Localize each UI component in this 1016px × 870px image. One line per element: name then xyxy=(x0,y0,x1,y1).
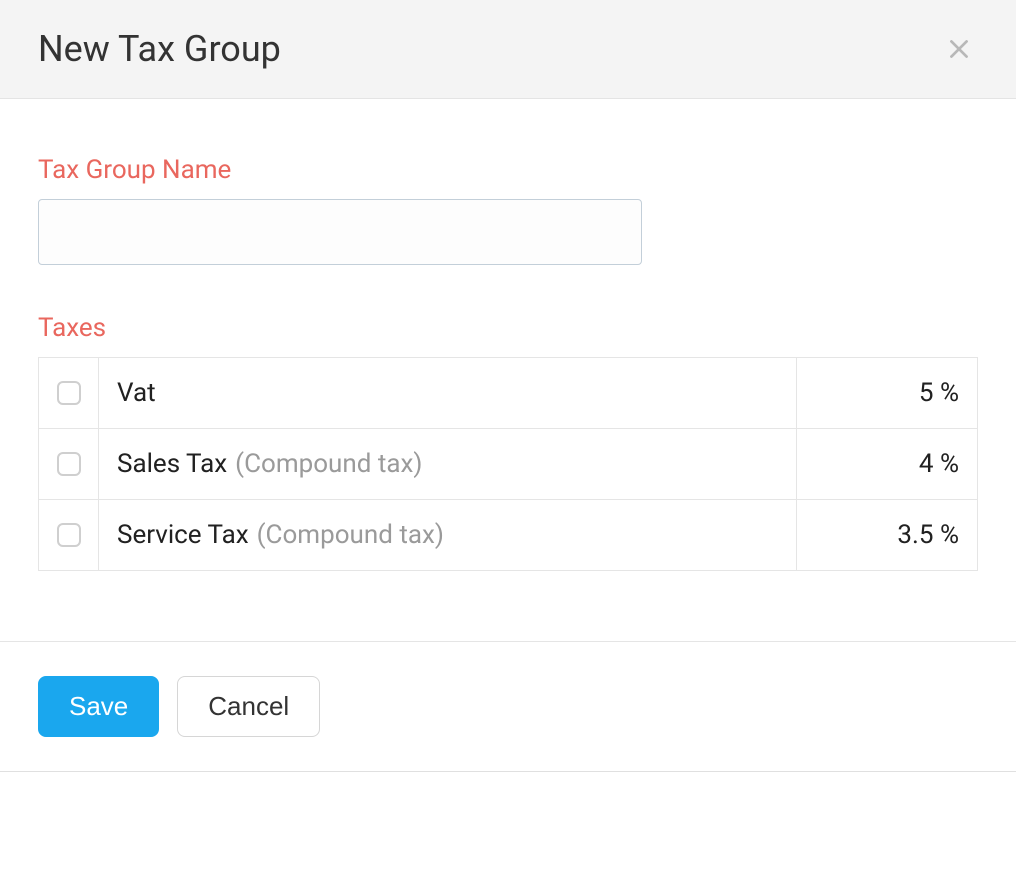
tax-note: (Compound tax) xyxy=(257,520,444,550)
close-button[interactable] xyxy=(940,30,978,68)
modal-title: New Tax Group xyxy=(38,28,281,70)
modal-header: New Tax Group xyxy=(0,0,1016,99)
cancel-button[interactable]: Cancel xyxy=(177,676,320,737)
tax-name: Sales Tax xyxy=(117,449,227,479)
tax-note: (Compound tax) xyxy=(235,449,422,479)
table-row: Vat 5 % xyxy=(39,358,977,428)
tax-checkbox-vat[interactable] xyxy=(57,381,81,405)
tax-checkbox-service[interactable] xyxy=(57,523,81,547)
modal-body: Tax Group Name Taxes Vat 5 % xyxy=(0,99,1016,641)
tax-percent: 3.5 % xyxy=(897,520,959,550)
table-row: Service Tax (Compound tax) 3.5 % xyxy=(39,499,977,570)
taxes-table: Vat 5 % Sales Tax (Compound tax) 4 % xyxy=(38,357,978,571)
tax-percent: 4 % xyxy=(919,449,959,479)
modal-footer: Save Cancel xyxy=(0,641,1016,771)
tax-percent: 5 % xyxy=(919,378,959,408)
tax-group-name-input[interactable] xyxy=(38,199,642,265)
tax-group-name-label: Tax Group Name xyxy=(38,155,978,185)
save-button[interactable]: Save xyxy=(38,676,159,737)
tax-name: Vat xyxy=(117,378,156,408)
tax-checkbox-sales[interactable] xyxy=(57,452,81,476)
new-tax-group-modal: New Tax Group Tax Group Name Taxes Vat xyxy=(0,0,1016,772)
table-row: Sales Tax (Compound tax) 4 % xyxy=(39,428,977,499)
tax-name: Service Tax xyxy=(117,520,249,550)
close-icon xyxy=(946,36,972,62)
taxes-label: Taxes xyxy=(38,313,978,343)
